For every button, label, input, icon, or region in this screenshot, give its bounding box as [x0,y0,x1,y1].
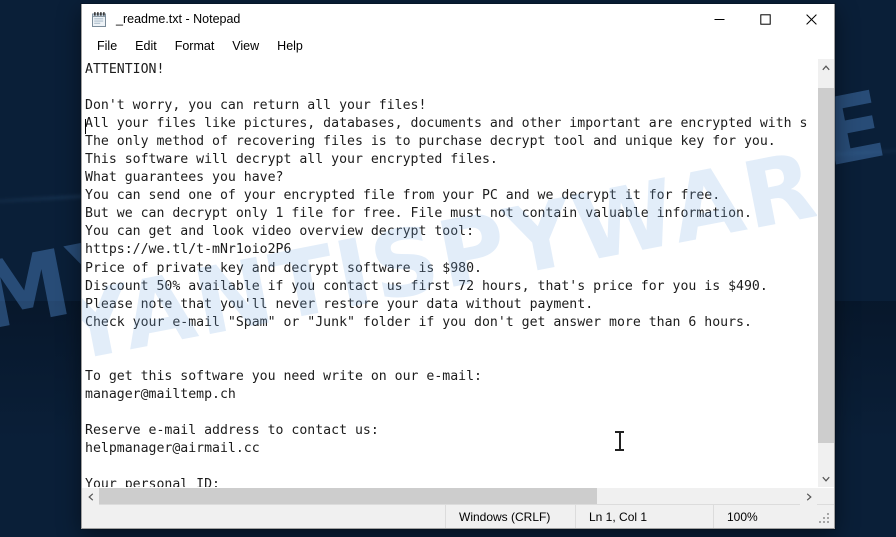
menu-item-view[interactable]: View [223,37,268,57]
maximize-button[interactable] [742,4,788,35]
status-zoom-level: 100% [727,509,758,524]
resize-grip-icon[interactable] [819,513,831,525]
editor-area: MYANTISPYWARE.COM ATTENTION! Don't worry… [82,58,834,487]
horizontal-scrollbar[interactable] [82,487,834,505]
text-editor[interactable]: MYANTISPYWARE.COM ATTENTION! Don't worry… [82,59,817,487]
vertical-scroll-thumb[interactable] [818,88,834,443]
vertical-scrollbar[interactable] [817,59,834,487]
menu-item-help[interactable]: Help [268,37,312,57]
scroll-right-button[interactable] [800,488,817,505]
window-title: _readme.txt - Notepad [116,11,241,26]
menu-item-edit[interactable]: Edit [126,37,166,57]
window-titlebar[interactable]: _readme.txt - Notepad [82,4,834,35]
notepad-window[interactable]: _readme.txt - Notepad File Edit Format V… [81,4,835,529]
menu-item-format[interactable]: Format [166,37,224,57]
scroll-up-button[interactable] [818,59,834,76]
minimize-button[interactable] [696,4,742,35]
status-cell-empty [82,505,446,528]
menu-bar: File Edit Format View Help [82,35,834,58]
mouse-ibeam-cursor [615,431,624,451]
status-encoding: Windows (CRLF) [446,505,576,528]
close-button[interactable] [788,4,834,35]
menu-item-file[interactable]: File [88,37,126,57]
notepad-icon [91,11,108,28]
vertical-scroll-track[interactable] [818,76,834,470]
scroll-left-button[interactable] [82,488,99,505]
horizontal-scroll-track[interactable] [99,488,800,504]
scrollbar-corner [817,488,834,504]
status-cursor-position: Ln 1, Col 1 [576,505,714,528]
status-bar: Windows (CRLF) Ln 1, Col 1 100% [82,504,834,528]
ransom-note-text[interactable]: ATTENTION! Don't worry, you can return a… [85,61,817,487]
window-controls [696,4,834,35]
scroll-down-button[interactable] [818,470,834,487]
text-caret [85,119,86,134]
horizontal-scroll-thumb[interactable] [99,488,597,504]
